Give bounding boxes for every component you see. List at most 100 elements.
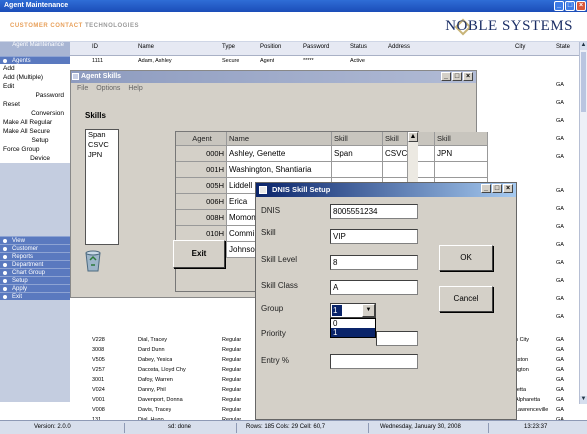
nav-item-password[interactable]: Password — [0, 91, 70, 100]
scroll-thumb[interactable] — [581, 52, 586, 112]
table-row[interactable]: 000H Ashley, Genette Span CSVC JPN — [176, 146, 488, 162]
nav-item-make-all-secure[interactable]: Make All Secure — [0, 127, 70, 136]
cell-state: GA — [556, 377, 564, 383]
cancel-button[interactable]: Cancel — [439, 286, 493, 312]
nav-section-department[interactable]: Department — [0, 260, 70, 268]
grid-col-state[interactable]: State — [556, 44, 570, 50]
table-row[interactable]: 001H Washington, Shantiaria — [176, 162, 488, 178]
cell-agent-id[interactable]: 008H — [176, 210, 227, 226]
nav-item-conversion[interactable]: Conversion — [0, 109, 70, 118]
cell-agent-id[interactable]: 006H — [176, 194, 227, 210]
scroll-down-icon[interactable]: ▼ — [580, 396, 587, 404]
recycle-bin-icon[interactable] — [81, 247, 105, 273]
grid-col-position[interactable]: Position — [260, 44, 281, 50]
dropdown-option[interactable]: 0 — [331, 319, 375, 328]
menu-options[interactable]: Options — [96, 85, 120, 92]
nav-item-setup[interactable]: Setup — [0, 136, 70, 145]
nav-section-exit[interactable]: Exit — [0, 292, 70, 300]
list-item[interactable]: CSVC — [88, 140, 118, 150]
cell-state: GA — [556, 206, 564, 212]
nav-item-add-multiple[interactable]: Add (Multiple) — [0, 73, 70, 82]
cell-state: GA — [556, 407, 564, 413]
col-agent[interactable]: Agent — [176, 132, 227, 146]
nav-section-agents[interactable]: Agents — [0, 56, 70, 64]
menu-help[interactable]: Help — [128, 85, 142, 92]
col-skill-1[interactable]: Skill — [332, 132, 383, 146]
nav-header: Agent Maintenance — [0, 42, 70, 56]
cell-skill-3[interactable]: JPN — [435, 146, 488, 162]
minimize-button[interactable]: _ — [481, 184, 491, 193]
cell-agent-id[interactable]: 000H — [176, 146, 227, 162]
menu-file[interactable]: File — [77, 85, 88, 92]
cell-agent-id[interactable]: 005H — [176, 178, 227, 194]
scroll-up-icon[interactable]: ▲ — [408, 132, 418, 142]
nav-item-edit[interactable]: Edit — [0, 82, 70, 91]
skill-field[interactable]: VIP — [330, 229, 418, 244]
tagline-a: CUSTOMER CONTACT — [10, 23, 83, 29]
chevron-down-icon[interactable]: ▼ — [362, 304, 375, 317]
grid-col-city[interactable]: City — [515, 44, 525, 50]
maximize-button[interactable]: □ — [492, 184, 502, 193]
cell-skill-1[interactable] — [332, 162, 383, 178]
group-select[interactable]: 1 ▼ — [330, 303, 376, 318]
ok-button[interactable]: OK — [439, 245, 493, 271]
dnis-label: DNIS — [261, 206, 281, 215]
scroll-up-icon[interactable]: ▲ — [580, 42, 587, 50]
group-dropdown[interactable]: 0 1 — [330, 318, 376, 338]
grid-col-type[interactable]: Type — [222, 44, 235, 50]
nav-section-apply[interactable]: Apply — [0, 284, 70, 292]
cell-state: GA — [556, 100, 564, 106]
col-name[interactable]: Name — [227, 132, 332, 146]
dnis-field[interactable]: 8005551234 — [330, 204, 418, 219]
nav-section-setup[interactable]: Setup — [0, 276, 70, 284]
nav-item-add[interactable]: Add — [0, 64, 70, 73]
col-skill-3[interactable]: Skill — [435, 132, 488, 146]
cell-skill-1[interactable]: Span — [332, 146, 383, 162]
nav-section-chart-group[interactable]: Chart Group — [0, 268, 70, 276]
entry-field[interactable] — [330, 354, 418, 369]
cell-agent-id[interactable]: 001H — [176, 162, 227, 178]
nav-item-force-group[interactable]: Force Group — [0, 145, 70, 154]
close-button[interactable]: × — [503, 184, 513, 193]
grid-col-name[interactable]: Name — [138, 44, 154, 50]
dropdown-option-selected[interactable]: 1 — [331, 328, 375, 337]
nav-item-reset[interactable]: Reset — [0, 100, 70, 109]
grid-col-password[interactable]: Password — [303, 44, 329, 50]
minimize-button[interactable]: _ — [441, 72, 451, 81]
cell-id: V024 — [92, 387, 105, 393]
agent-skills-titlebar[interactable]: Agent Skills _ □ × — [71, 71, 476, 83]
cell-type: Regular — [222, 367, 242, 373]
cell-name[interactable]: Ashley, Genette — [227, 146, 332, 162]
close-button[interactable]: × — [576, 1, 586, 11]
status-mode: sd: done — [168, 424, 192, 430]
cell-state: GA — [556, 337, 564, 343]
cell-name[interactable]: Washington, Shantiaria — [227, 162, 332, 178]
cell-skill-3[interactable] — [435, 162, 488, 178]
minimize-button[interactable]: _ — [554, 1, 564, 11]
skill-class-field[interactable]: A — [330, 280, 418, 295]
skills-list[interactable]: Span CSVC JPN — [85, 129, 119, 245]
maximize-button[interactable]: □ — [565, 1, 575, 11]
cell-state: GA — [556, 296, 564, 302]
dnis-titlebar[interactable]: DNIS Skill Setup _ □ × — [256, 183, 516, 197]
grid-col-status[interactable]: Status — [350, 44, 367, 50]
dnis-skill-setup-dialog: DNIS Skill Setup _ □ × DNIS 8005551234 S… — [255, 182, 517, 420]
exit-button[interactable]: Exit — [173, 240, 225, 268]
nav-section-customer[interactable]: Customer — [0, 244, 70, 252]
nav-section-reports[interactable]: Reports — [0, 252, 70, 260]
nav-section-view[interactable]: View — [0, 236, 70, 244]
nav-item-device[interactable]: Device — [0, 154, 70, 163]
nav-item-make-all-regular[interactable]: Make All Regular — [0, 118, 70, 127]
priority-field[interactable] — [376, 331, 418, 346]
grid-col-id[interactable]: ID — [92, 44, 98, 50]
grid-scrollbar[interactable]: ▲ ▼ — [579, 42, 587, 404]
grid-col-address[interactable]: Address — [388, 44, 410, 50]
status-rows: Rows: 185 Cols: 29 Cell: 60,7 — [246, 424, 326, 430]
maximize-button[interactable]: □ — [452, 72, 462, 81]
list-item[interactable]: Span — [88, 130, 118, 140]
table-row[interactable]: 1111 Adam, Ashley Secure Agent ***** Act… — [70, 57, 580, 65]
list-item[interactable]: JPN — [88, 150, 118, 160]
close-button[interactable]: × — [463, 72, 473, 81]
skill-class-label: Skill Class — [261, 281, 298, 290]
skill-level-field[interactable]: 8 — [330, 255, 418, 270]
